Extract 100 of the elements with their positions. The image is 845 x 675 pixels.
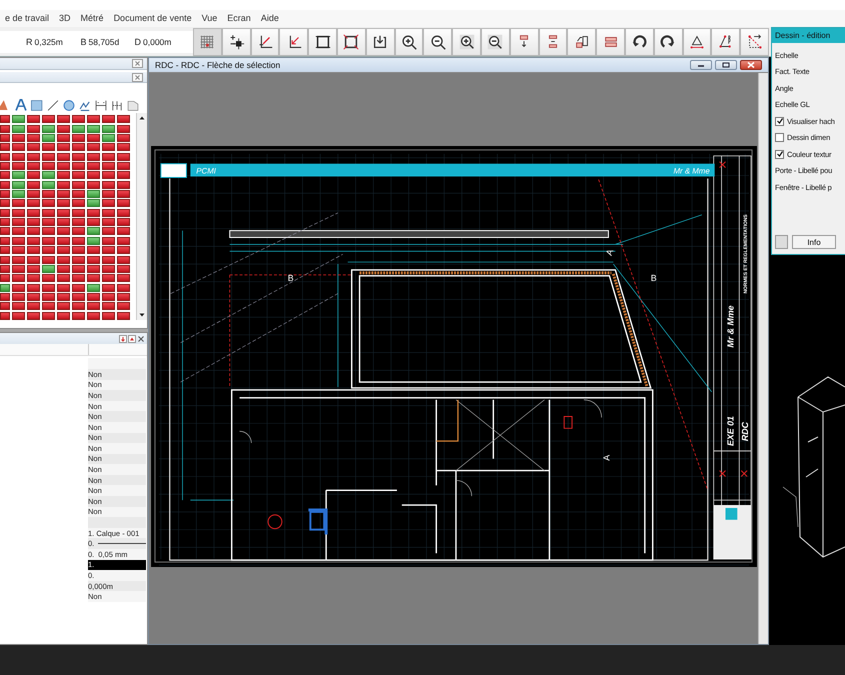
layer-toggle[interactable] (117, 124, 130, 133)
rotate-left-button[interactable] (624, 28, 654, 56)
zoom-out-button[interactable] (423, 28, 452, 56)
layer-toggle[interactable] (72, 218, 85, 226)
layer-toggle[interactable] (0, 152, 10, 161)
layer-toggle[interactable] (12, 143, 25, 152)
layer-toggle[interactable] (57, 180, 70, 189)
layer-toggle[interactable] (0, 162, 10, 170)
rotate-right-button[interactable] (654, 28, 683, 56)
layer-toggle[interactable] (57, 246, 70, 254)
triangle-button[interactable] (682, 28, 712, 56)
layer-toggle[interactable] (12, 264, 25, 273)
frame-button[interactable] (308, 28, 337, 56)
layer-toggle[interactable] (117, 312, 130, 320)
layer-toggle[interactable] (87, 264, 100, 273)
layer-toggle[interactable] (102, 218, 115, 226)
layer-toggle[interactable] (27, 264, 40, 273)
layer-toggle[interactable] (87, 152, 100, 161)
layer-toggle[interactable] (102, 115, 115, 124)
layer-toggle[interactable] (72, 171, 85, 180)
layer-toggle[interactable] (27, 284, 40, 292)
layer-toggle[interactable] (57, 190, 70, 198)
layer-toggle[interactable] (102, 284, 115, 292)
menu-item[interactable]: Métré (76, 13, 109, 24)
layer-move-button[interactable] (567, 28, 596, 56)
layer-toggle[interactable] (27, 199, 40, 208)
layer-toggle[interactable] (12, 236, 25, 245)
layer-toggle[interactable] (72, 236, 85, 245)
layer-toggle[interactable] (102, 274, 115, 282)
layer-toggle[interactable] (57, 134, 70, 142)
zoom-all-button[interactable] (480, 28, 510, 56)
layer-toggle[interactable] (12, 190, 25, 198)
layer-toggle[interactable] (102, 143, 115, 152)
layer-toggle[interactable] (0, 171, 10, 180)
checkbox[interactable] (775, 150, 784, 159)
layer-toggle[interactable] (12, 312, 25, 320)
layer-toggle[interactable] (87, 236, 100, 245)
layer-toggle[interactable] (0, 143, 10, 152)
layer-toggle[interactable] (102, 134, 115, 142)
layer-toggle[interactable] (72, 246, 85, 254)
layer-toggle[interactable] (42, 284, 55, 292)
zoom-window-button[interactable] (452, 28, 481, 56)
close-button[interactable] (740, 60, 762, 70)
layer-toggle[interactable] (87, 171, 100, 180)
layer-toggle[interactable] (102, 152, 115, 161)
layer-middle-button[interactable] (538, 28, 568, 56)
layer-toggle[interactable] (102, 236, 115, 245)
layer-toggle[interactable] (87, 256, 100, 264)
layer-toggle[interactable] (57, 264, 70, 273)
layer-toggle[interactable] (117, 208, 130, 217)
layer-toggle[interactable] (57, 302, 70, 310)
layer-toggle[interactable] (42, 162, 55, 170)
layer-toggle[interactable] (87, 208, 100, 217)
layer-toggle[interactable] (117, 284, 130, 292)
layer-toggle[interactable] (27, 274, 40, 282)
checkbox[interactable] (775, 133, 784, 142)
layer-toggle[interactable] (12, 274, 25, 282)
layer-toggle[interactable] (57, 208, 70, 217)
layer-toggle[interactable] (72, 312, 85, 320)
layer-down-button[interactable] (510, 28, 539, 56)
layer-toggle[interactable] (87, 180, 100, 189)
layer-toggle[interactable] (27, 124, 40, 133)
scrollbar[interactable] (758, 73, 768, 644)
layer-toggle[interactable] (42, 227, 55, 236)
layer-toggle[interactable] (42, 180, 55, 189)
layer-toggle[interactable] (72, 284, 85, 292)
layer-toggle[interactable] (42, 264, 55, 273)
layer-toggle[interactable] (0, 302, 10, 310)
layer-toggle[interactable] (57, 274, 70, 282)
layer-toggle[interactable] (27, 152, 40, 161)
layer-toggle[interactable] (42, 115, 55, 124)
layer-toggle[interactable] (117, 180, 130, 189)
layer-toggle[interactable] (102, 302, 115, 310)
layer-toggle[interactable] (12, 284, 25, 292)
layer-toggle[interactable] (27, 312, 40, 320)
layer-toggle[interactable] (0, 256, 10, 264)
layer-toggle[interactable] (57, 124, 70, 133)
layer-toggle[interactable] (87, 274, 100, 282)
menu-item[interactable]: Ecran (222, 13, 256, 24)
distance-button[interactable] (740, 28, 769, 56)
layer-toggle[interactable] (27, 292, 40, 301)
layer-toggle[interactable] (42, 171, 55, 180)
menu-item[interactable]: Document de vente (108, 13, 197, 24)
layer-toggle[interactable] (87, 124, 100, 133)
layer-toggle[interactable] (27, 236, 40, 245)
layer-toggle[interactable] (57, 143, 70, 152)
layer-toggle[interactable] (42, 143, 55, 152)
layer-toggle[interactable] (117, 115, 130, 124)
layer-toggle[interactable] (12, 115, 25, 124)
layer-toggle[interactable] (12, 208, 25, 217)
layer-toggle[interactable] (27, 227, 40, 236)
layer-align-button[interactable] (596, 28, 625, 56)
color-swatch[interactable] (775, 235, 788, 249)
axes-button[interactable] (250, 28, 280, 56)
layer-toggle[interactable] (42, 274, 55, 282)
layer-toggle[interactable] (87, 143, 100, 152)
layer-toggle[interactable] (72, 208, 85, 217)
layer-toggle[interactable] (0, 180, 10, 189)
layer-toggle[interactable] (72, 256, 85, 264)
layer-toggle[interactable] (72, 162, 85, 170)
